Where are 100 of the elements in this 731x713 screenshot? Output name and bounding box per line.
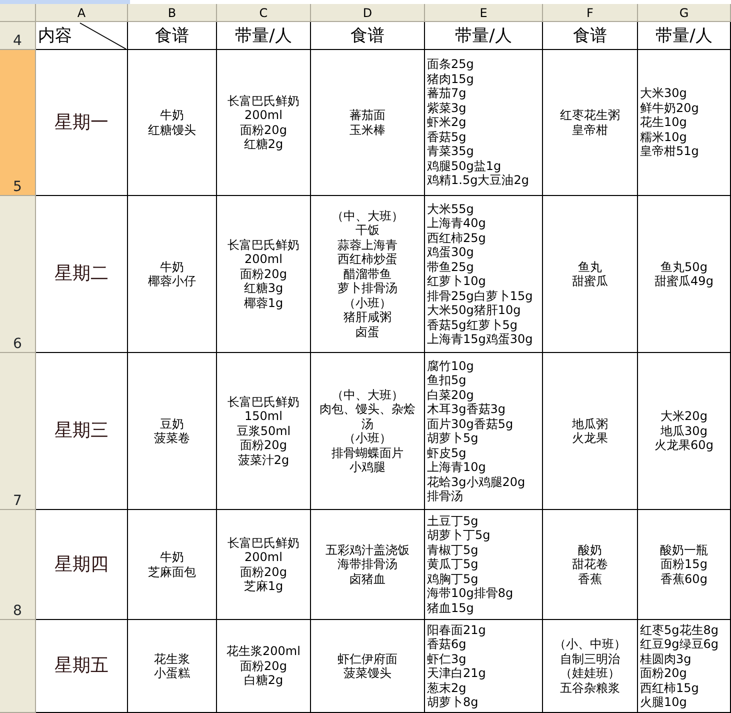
cell-text: 甜花卷 <box>572 557 608 572</box>
table-cell[interactable]: 星期四 <box>36 510 128 620</box>
table-cell[interactable]: 内容 <box>36 22 128 50</box>
cell-text: 蕃茄面 <box>350 108 386 122</box>
table-cell[interactable]: 五彩鸡汁盖浇饭 海带排骨汤 卤猪血 <box>311 510 425 620</box>
cell-text: 土豆丁5g <box>427 514 478 528</box>
table-cell[interactable]: 长富巴氏鲜奶 150ml 豆浆50ml 面粉20g 菠菜汁2g <box>217 353 311 510</box>
cell-text: 青椒丁5g <box>427 542 478 558</box>
cell-text: 木耳3g香菇3g <box>427 402 506 416</box>
cell-text: 玉米棒 <box>350 122 386 137</box>
row-header[interactable]: 8 <box>0 510 36 620</box>
cell-text: 天津白21g <box>427 666 486 680</box>
row-header[interactable]: 5 <box>0 50 36 196</box>
cell-text: 面条25g <box>427 57 474 72</box>
table-cell[interactable]: 带量/人 <box>425 22 543 50</box>
table-cell[interactable]: 地瓜粥 火龙果 <box>543 353 638 510</box>
table-cell[interactable]: 长富巴氏鲜奶 200ml 面粉20g 红糖3g 椰蓉1g <box>217 196 311 353</box>
column-header[interactable]: C <box>217 4 311 22</box>
table-cell[interactable]: 带量/人 <box>638 22 731 50</box>
table-cell[interactable]: 蕃茄面 玉米棒 <box>311 50 425 196</box>
column-header[interactable]: F <box>543 4 638 22</box>
table-cell[interactable]: 长富巴氏鲜奶 200ml 面粉20g 芝麻1g <box>217 510 311 620</box>
cell-text: 香菇6g <box>427 637 466 652</box>
cell-text: 火龙果60g <box>654 438 714 453</box>
cell-text: （中、大班） <box>332 208 404 224</box>
cell-text: 卤猪血 <box>350 572 386 586</box>
table-cell[interactable]: 食谱 <box>128 22 217 50</box>
cell-text: 酸奶 <box>578 542 602 558</box>
table-cell[interactable]: 红枣花生粥 皇帝柑 <box>543 50 638 196</box>
cell-text: 胡萝卜丁5g <box>427 528 490 543</box>
cell-text: 200ml <box>244 252 282 267</box>
row-header[interactable] <box>0 620 36 713</box>
cell-text: 虾米2g <box>427 115 466 130</box>
table-cell[interactable]: 鱼丸 甜蜜瓜 <box>543 196 638 353</box>
column-title: 带量/人 <box>656 24 712 46</box>
table-cell[interactable]: （中、大班） 干饭 蒜蓉上海青 西红柿炒蛋 醋溜带鱼 萝卜排骨汤 （小班） 猪肝咸粥 卤蛋 <box>311 196 425 353</box>
cell-text: 青菜35g <box>427 144 474 159</box>
cell-text: 海带10g排骨8g <box>427 586 514 601</box>
cell-text: 牛奶 <box>160 550 184 564</box>
column-header[interactable]: D <box>311 4 425 22</box>
table-cell[interactable]: 星期二 <box>36 196 128 353</box>
table-cell[interactable]: 星期五 <box>36 620 128 713</box>
column-header[interactable]: B <box>128 4 217 22</box>
table-cell[interactable]: 红枣5g花生8g 红豆9g绿豆6g 桂圆肉3g 面粉20g 西红柿15g 火腿10g <box>638 620 731 713</box>
table-cell[interactable]: （小、中班） 自制三明治 （娃娃班） 五谷杂粮浆 <box>543 620 638 713</box>
cell-text: 菠菜馒头 <box>344 666 392 680</box>
cell-text: 虾仁3g <box>427 652 466 666</box>
table-cell[interactable]: 牛奶 红糖馒头 <box>128 50 217 196</box>
table-cell[interactable]: 星期三 <box>36 353 128 510</box>
column-header[interactable]: A <box>36 4 128 22</box>
select-all-corner[interactable] <box>0 4 36 22</box>
cell-text: 小鸡腿 <box>350 460 386 474</box>
table-cell[interactable]: 食谱 <box>543 22 638 50</box>
table-cell[interactable]: 大米30g 鲜牛奶20g 花生10g 糯米10g 皇帝柑51g <box>638 50 731 196</box>
weekday-label: 星期四 <box>54 554 108 576</box>
cell-text: 地瓜30g <box>660 424 708 438</box>
table-cell[interactable]: 阳春面21g 香菇6g 虾仁3g 天津白21g 葱末2g 胡萝卜8g <box>425 620 543 713</box>
column-header[interactable]: G <box>638 4 731 22</box>
table-cell[interactable]: 腐竹10g 鱼扣5g 白菜20g 木耳3g香菇3g 面片30g香菇5g 胡萝卜5g 虾皮5g 上海青10g 花蛤3g小鸡腿20g 排骨汤 <box>425 353 543 510</box>
cell-text: 红糖馒头 <box>148 122 196 137</box>
table-cell[interactable]: 牛奶 椰蓉小仔 <box>128 196 217 353</box>
cell-text: 牛奶 <box>160 108 184 122</box>
table-cell[interactable]: 大米20g 地瓜30g 火龙果60g <box>638 353 731 510</box>
table-cell[interactable]: 酸奶一瓶 面粉15g 香蕉60g <box>638 510 731 620</box>
table-cell[interactable]: 虾仁伊府面 菠菜馒头 <box>311 620 425 713</box>
table-cell[interactable]: 食谱 <box>311 22 425 50</box>
table-cell[interactable]: 土豆丁5g 胡萝卜丁5g 青椒丁5g 黄瓜丁5g 鸡胸丁5g 海带10g排骨8g 猪血15g <box>425 510 543 620</box>
cell-text: 大米30g <box>640 86 687 101</box>
table-cell[interactable]: 面条25g 猪肉15g 蕃茄7g 紫菜3g 虾米2g 香菇5g 青菜35g 鸡腿50g盐1g 鸡精1.5g大豆油2g <box>425 50 543 196</box>
table-cell[interactable]: 酸奶 甜花卷 香蕉 <box>543 510 638 620</box>
table-cell[interactable]: 大米55g 上海青40g 西红柿25g 鸡蛋30g 带鱼25g 红萝卜10g 排骨25g白萝卜15g 大米50g猪肝10g 香菇5g红萝卜5g 上海青15g鸡蛋30g <box>425 196 543 353</box>
cell-text: 蒜蓉上海青 <box>338 238 398 252</box>
cell-text: （小班） <box>344 296 392 310</box>
column-title: 带量/人 <box>235 24 292 46</box>
cell-text: 猪血15g <box>427 600 474 616</box>
column-header[interactable]: E <box>425 4 543 22</box>
table-cell[interactable]: 长富巴氏鲜奶 200ml 面粉20g 红糖2g <box>217 50 311 196</box>
table-cell[interactable]: （中、大班） 肉包、馒头、杂烩 汤 （小班） 排骨蝴蝶面片 小鸡腿 <box>311 353 425 510</box>
table-cell[interactable]: 豆奶 菠菜卷 <box>128 353 217 510</box>
cell-text: 排骨25g白萝卜15g <box>427 288 533 303</box>
table-cell[interactable]: 花生浆200ml 面粉20g 白糖2g <box>217 620 311 713</box>
cell-text: 面粉20g <box>240 564 287 579</box>
row-header[interactable]: 7 <box>0 353 36 510</box>
cell-text: （中、大班） <box>332 388 404 402</box>
table-cell[interactable]: 鱼丸50g 甜蜜瓜49g <box>638 196 731 353</box>
table-cell[interactable]: 花生浆 小蛋糕 <box>128 620 217 713</box>
table-cell[interactable]: 带量/人 <box>217 22 311 50</box>
cell-text: 小蛋糕 <box>154 666 190 680</box>
row-header[interactable]: 4 <box>0 22 36 50</box>
cell-text: 椰蓉小仔 <box>148 274 196 288</box>
cell-text: 花生10g <box>640 115 687 130</box>
diagonal-line <box>80 22 126 49</box>
cell-text: 猪肉15g <box>427 72 474 86</box>
table-cell[interactable]: 牛奶 芝麻面包 <box>128 510 217 620</box>
cell-text: 胡萝卜5g <box>427 431 478 446</box>
cell-text: 大米50g猪肝10g <box>427 303 521 318</box>
cell-text: 上海青40g <box>427 216 486 230</box>
table-cell[interactable]: 星期一 <box>36 50 128 196</box>
cell-text: 桂圆肉3g <box>640 652 692 666</box>
row-header[interactable]: 6 <box>0 196 36 353</box>
